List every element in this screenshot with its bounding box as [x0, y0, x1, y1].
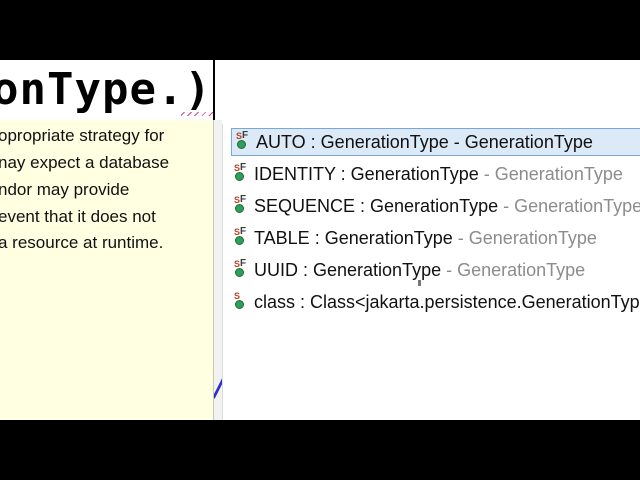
static-final-field-icon: SF — [232, 130, 254, 153]
proposal-separator: - — [452, 227, 469, 248]
proposal-name: TABLE : GenerationType — [254, 227, 453, 248]
proposal-item-sequence[interactable]: SF SEQUENCE : GenerationType - Generatio… — [230, 192, 640, 220]
content-assist-popup[interactable]: SF AUTO : GenerationType - GenerationTyp… — [222, 124, 640, 420]
proposal-owner: GenerationType — [514, 195, 640, 216]
static-final-field-icon: SF — [230, 226, 252, 249]
javadoc-line: a resource at runtime. — [0, 233, 164, 252]
proposal-separator: - — [448, 131, 465, 152]
proposal-name: AUTO : GenerationType — [256, 131, 449, 152]
ide-window: onType.) opropriate strategy for nay exp… — [0, 60, 640, 420]
proposal-owner: GenerationType — [464, 131, 593, 152]
proposal-item-auto[interactable]: SF AUTO : GenerationType - GenerationTyp… — [231, 128, 640, 156]
static-field-icon: S — [230, 291, 252, 313]
proposal-name: class : Class<jakarta.persistence.Genera… — [254, 291, 640, 312]
code-text[interactable]: onType.) — [0, 66, 212, 114]
code-editor-line[interactable]: onType.) — [0, 60, 640, 120]
proposal-item-identity[interactable]: SF IDENTITY : GenerationType - Generatio… — [230, 160, 640, 188]
static-final-field-icon: SF — [230, 194, 252, 217]
javadoc-hover-panel: opropriate strategy for nay expect a dat… — [0, 120, 214, 420]
error-squiggle — [181, 112, 215, 116]
proposal-item-uuid[interactable]: SF UUID : GenerationType - GenerationTyp… — [230, 256, 640, 284]
static-final-field-icon: SF — [230, 258, 252, 281]
proposal-separator: - — [498, 195, 515, 216]
javadoc-line: ndor may provide — [0, 180, 130, 199]
proposal-owner: GenerationType — [494, 163, 623, 184]
editor-glyph: / — [214, 372, 222, 402]
proposal-separator: - — [478, 163, 495, 184]
proposal-separator: - — [441, 259, 458, 280]
javadoc-line: opropriate strategy for — [0, 126, 165, 145]
proposal-name: SEQUENCE : GenerationType — [254, 195, 499, 216]
proposal-item-class[interactable]: S class : Class<jakarta.persistence.Gene… — [230, 288, 640, 316]
javadoc-line: event that it does not — [0, 207, 156, 226]
proposal-name: IDENTITY : GenerationType — [254, 163, 479, 184]
javadoc-line: nay expect a database — [0, 153, 170, 172]
mouse-cursor-icon — [418, 280, 421, 286]
text-cursor — [213, 60, 215, 120]
proposal-owner: GenerationType — [457, 259, 586, 280]
static-final-field-icon: SF — [230, 162, 252, 185]
proposal-item-table[interactable]: SF TABLE : GenerationType - GenerationTy… — [230, 224, 640, 252]
proposal-name: UUID : GenerationType — [254, 259, 442, 280]
proposal-owner: GenerationType — [468, 227, 597, 248]
